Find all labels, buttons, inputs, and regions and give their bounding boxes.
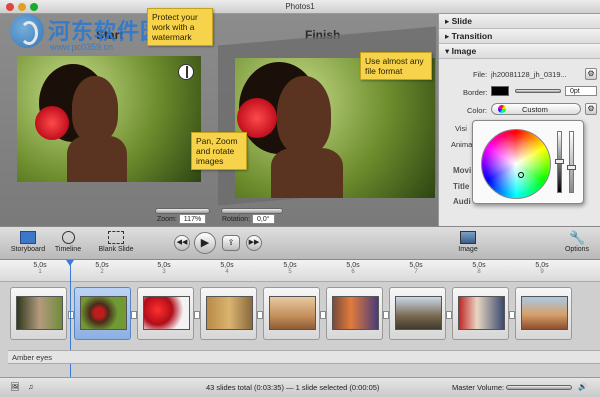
- master-volume-slider[interactable]: [506, 385, 572, 390]
- duration-label: 5,0s 7: [409, 262, 423, 275]
- rotation-label: Rotation:: [222, 216, 251, 223]
- border-color-swatch[interactable]: [491, 86, 509, 96]
- section-audio[interactable]: Audi: [453, 197, 471, 206]
- visible-label: Visi: [455, 124, 467, 133]
- section-transition[interactable]: ▸ Transition: [439, 29, 600, 44]
- duration-label: 5,0s 2: [95, 262, 109, 275]
- section-slide[interactable]: ▸ Slide: [439, 14, 600, 29]
- color-value: Custom: [522, 105, 548, 114]
- file-label: File:: [473, 70, 488, 79]
- blank-slide-icon: [108, 231, 124, 244]
- border-label: Border:: [463, 88, 488, 97]
- wrench-icon: 🔧: [569, 230, 586, 245]
- rotation-field[interactable]: 0,0°: [251, 214, 275, 224]
- opacity-slider[interactable]: [569, 131, 574, 193]
- duration-label: 5,0s 6: [346, 262, 360, 275]
- slide-thumbnail[interactable]: [389, 287, 446, 340]
- color-picker-popup: [472, 120, 584, 204]
- timeline-area: 5,0s 1 5,0s 2 5,0s 3 5,0s 4 5,0s 5 5,0s 6 5,0s…: [0, 260, 600, 380]
- duration-label: 5,0s 4: [220, 262, 234, 275]
- zoom-control: Zoom: 117%: [157, 214, 207, 224]
- border-field[interactable]: 0pt: [565, 86, 597, 96]
- duration-label: 5,0s 8: [472, 262, 486, 275]
- animation-label: Anima: [451, 140, 473, 149]
- slide-thumbnail[interactable]: [137, 287, 194, 340]
- forward-button[interactable]: ▶▶: [246, 235, 262, 251]
- section-title[interactable]: Title: [453, 182, 469, 191]
- images-icon: [460, 231, 476, 244]
- watermark-url: www.pc0359.cn: [50, 42, 114, 52]
- slide-thumbnail[interactable]: [326, 287, 383, 340]
- zoom-label: Zoom:: [157, 216, 177, 223]
- slide-thumbnail-selected[interactable]: [74, 287, 131, 340]
- images-button[interactable]: Image: [454, 227, 482, 253]
- callout-file-format: Use almost any file format: [360, 52, 432, 80]
- play-button[interactable]: ▶: [194, 232, 216, 254]
- volume-icon: 🔊: [578, 382, 588, 391]
- watermark-logo-icon: [10, 14, 44, 48]
- color-wheel[interactable]: [481, 129, 551, 199]
- audio-track[interactable]: Amber eyes: [8, 350, 600, 364]
- blank-slide-button[interactable]: Blank Slide: [94, 227, 138, 253]
- slide-thumbnail[interactable]: [515, 287, 572, 340]
- border-slider[interactable]: [515, 89, 561, 93]
- callout-watermark: Protect your work with a watermark: [147, 8, 213, 46]
- file-options-gear-icon[interactable]: ⚙: [585, 68, 597, 80]
- red-flower: [35, 106, 69, 140]
- start-photo[interactable]: [17, 56, 201, 182]
- slide-thumbnail[interactable]: [10, 287, 67, 340]
- slide-thumbnail[interactable]: [200, 287, 257, 340]
- callout-pan-zoom: Pan, Zoom and rotate images: [191, 132, 247, 170]
- zoom-field[interactable]: 117%: [178, 214, 207, 224]
- window-title: Photos1: [285, 2, 315, 11]
- color-options-gear-icon[interactable]: ⚙: [585, 103, 597, 115]
- duration-label: 5,0s 3: [157, 262, 171, 275]
- storyboard-icon: [20, 231, 36, 244]
- duration-label: 5,0s 5: [283, 262, 297, 275]
- slide-thumbnail[interactable]: [263, 287, 320, 340]
- color-label: Color:: [467, 106, 488, 115]
- timeline-button[interactable]: Timeline: [50, 227, 86, 253]
- rewind-button[interactable]: ◀◀: [174, 235, 190, 251]
- section-image[interactable]: ▾ Image: [439, 44, 600, 59]
- audio-track-label: Amber eyes: [12, 353, 53, 362]
- slide-thumbnail[interactable]: [452, 287, 509, 340]
- master-volume-label: Master Volume:: [452, 383, 505, 392]
- file-value[interactable]: jh20081128_jh_0319...: [491, 70, 581, 79]
- color-wheel-handle[interactable]: [518, 172, 524, 178]
- options-button[interactable]: 🔧 Options: [562, 227, 592, 253]
- brightness-knob[interactable]: [555, 159, 564, 164]
- status-bar: 🖼 ♫ 43 slides total (0:03:35) — 1 slide …: [0, 377, 600, 397]
- duration-label: 5,0s 9: [535, 262, 549, 275]
- zoom-slider[interactable]: [155, 208, 210, 214]
- duration-label: 5,0s 1: [33, 262, 47, 275]
- storyboard-button[interactable]: Storyboard: [8, 227, 48, 253]
- share-button[interactable]: ⇪: [222, 235, 240, 251]
- section-movie[interactable]: Movi: [453, 166, 471, 175]
- rotation-control: Rotation: 0,0°: [222, 214, 275, 224]
- add-music-icon[interactable]: ♫: [28, 382, 34, 391]
- main-toolbar: Storyboard Timeline Blank Slide ◀◀ ▶ ⇪ ▶…: [0, 226, 600, 260]
- color-popup-button[interactable]: Custom: [491, 103, 581, 115]
- color-wheel-icon: [498, 105, 506, 113]
- add-photo-icon[interactable]: 🖼: [10, 382, 20, 391]
- slide-summary: 43 slides total (0:03:35) — 1 slide sele…: [206, 383, 380, 392]
- opacity-knob[interactable]: [567, 165, 576, 170]
- rotation-slider[interactable]: [221, 208, 283, 214]
- clock-icon: [61, 231, 75, 244]
- rotation-dial-icon[interactable]: [178, 64, 194, 80]
- timeline-ruler: 5,0s 1 5,0s 2 5,0s 3 5,0s 4 5,0s 5 5,0s 6 5,0s…: [0, 260, 600, 282]
